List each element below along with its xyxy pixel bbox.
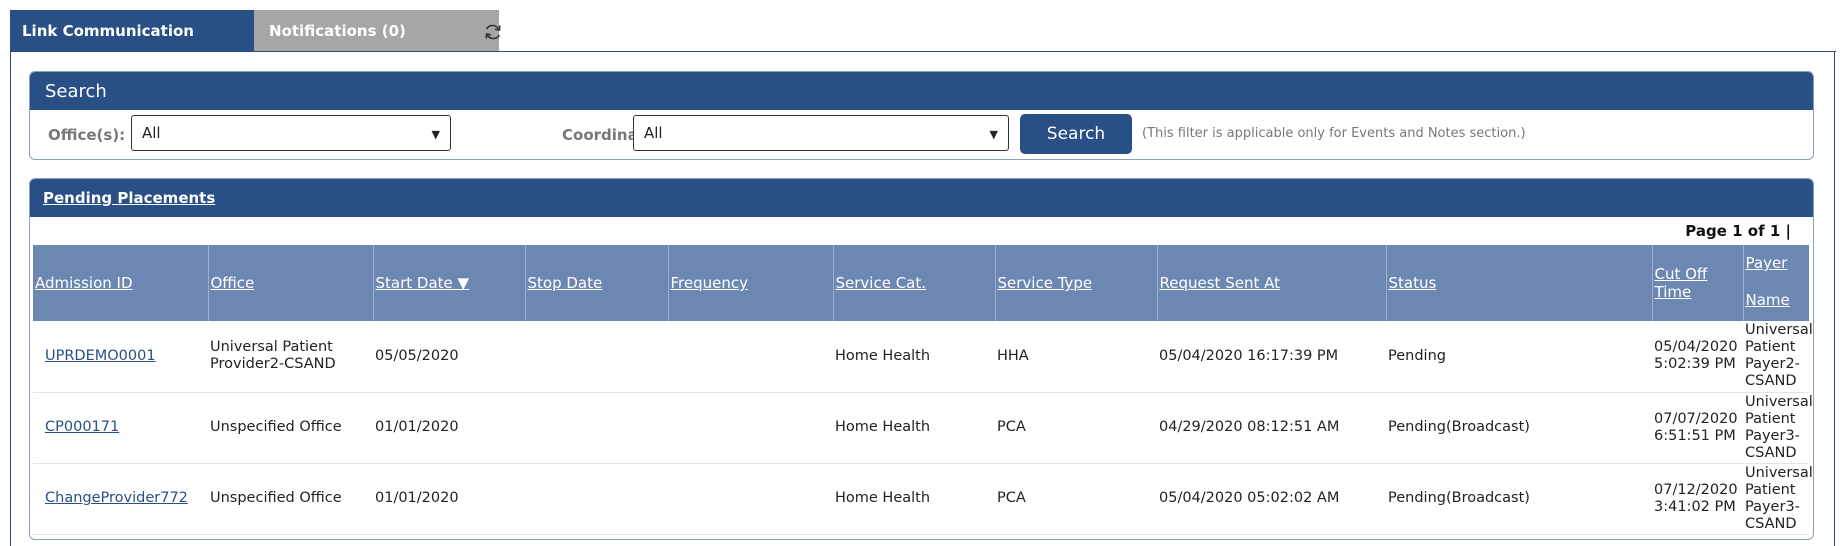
- admission-id-link[interactable]: ChangeProvider772: [45, 490, 188, 506]
- cell-office: Unspecified Office: [210, 419, 342, 435]
- office-select[interactable]: All ▼: [131, 115, 451, 151]
- table-row: ChangeProvider772 Unspecified Office 01/…: [33, 463, 1813, 534]
- col-service-type[interactable]: Service Type: [995, 245, 1158, 321]
- chevron-down-icon: ▼: [989, 128, 998, 141]
- cell-cut-off-time: 05/04/2020 5:02:39 PM: [1654, 339, 1738, 373]
- pager: Page 1 of 1 |: [1685, 222, 1791, 240]
- cell-start-date: 05/05/2020: [375, 347, 459, 364]
- pending-placements-link[interactable]: Pending Placements: [43, 189, 215, 207]
- cell-request-sent-at: 05/04/2020 16:17:39 PM: [1159, 347, 1339, 364]
- tab-link-communication[interactable]: Link Communication: [10, 10, 254, 52]
- coordinator-label: Coordina: [562, 126, 638, 144]
- cell-payer-name: Universal Patient Payer3- CSAND: [1745, 393, 1813, 461]
- cell-office: Universal Patient Provider2-CSAND: [210, 339, 336, 373]
- filter-note: (This filter is applicable only for Even…: [1142, 126, 1526, 141]
- cell-service-type: HHA: [997, 347, 1029, 364]
- cell-service-type: PCA: [997, 419, 1026, 435]
- cell-request-sent-at: 05/04/2020 05:02:02 AM: [1159, 490, 1340, 506]
- cell-stop-date: [525, 321, 668, 392]
- placements-table: Admission ID Office Start Date ▼ Stop Da…: [33, 245, 1813, 535]
- office-select-value: All: [142, 124, 161, 142]
- search-panel-title: Search: [30, 72, 1813, 110]
- col-status[interactable]: Status: [1386, 245, 1653, 321]
- office-label: Office(s):: [48, 126, 126, 144]
- refresh-icon[interactable]: [482, 21, 504, 43]
- search-panel: Search Office(s): All ▼ Coordina All ▼ S…: [29, 71, 1814, 160]
- col-payer-name[interactable]: Payer Name: [1743, 245, 1809, 321]
- table-row: UPRDEMO0001 Universal Patient Provider2-C…: [33, 321, 1813, 392]
- col-stop-date[interactable]: Stop Date: [525, 245, 669, 321]
- cell-status: Pending: [1388, 347, 1446, 364]
- col-admission-id[interactable]: Admission ID: [33, 245, 209, 321]
- cell-service-cat: Home Health: [835, 347, 931, 364]
- pending-placements-header: Pending Placements: [30, 179, 1813, 217]
- col-request-sent-at[interactable]: Request Sent At: [1157, 245, 1387, 321]
- admission-id-link[interactable]: CP000171: [45, 419, 119, 435]
- cell-status: Pending(Broadcast): [1388, 419, 1530, 435]
- tab-notifications[interactable]: Notifications (0): [254, 10, 499, 52]
- cell-service-cat: Home Health: [835, 419, 931, 435]
- cell-payer-name: Universal Patient Payer3- CSAND: [1745, 464, 1813, 532]
- cell-status: Pending(Broadcast): [1388, 490, 1530, 506]
- coordinator-select[interactable]: All ▼: [633, 115, 1009, 151]
- cell-service-type: PCA: [997, 490, 1026, 506]
- cell-payer-name: Universal Patient Payer2- CSAND: [1745, 322, 1813, 390]
- cell-start-date: 01/01/2020: [375, 419, 459, 435]
- cell-frequency: [668, 321, 833, 392]
- cell-stop-date: [525, 392, 668, 463]
- search-button[interactable]: Search: [1020, 114, 1132, 154]
- cell-cut-off-time: 07/12/2020 3:41:02 PM: [1654, 481, 1738, 515]
- pending-placements-panel: Pending Placements Page 1 of 1 | Admissi…: [29, 178, 1814, 540]
- cell-office: Unspecified Office: [210, 490, 342, 506]
- cell-start-date: 01/01/2020: [375, 490, 459, 506]
- cell-stop-date: [525, 463, 668, 534]
- cell-request-sent-at: 04/29/2020 08:12:51 AM: [1159, 419, 1340, 435]
- tab-bar: Link Communication Notifications (0): [10, 10, 499, 52]
- chevron-down-icon: ▼: [431, 128, 440, 141]
- cell-frequency: [668, 463, 833, 534]
- cell-service-cat: Home Health: [835, 490, 931, 506]
- table-row: CP000171 Unspecified Office 01/01/2020 H…: [33, 392, 1813, 463]
- col-frequency[interactable]: Frequency: [668, 245, 834, 321]
- admission-id-link[interactable]: UPRDEMO0001: [45, 348, 156, 364]
- coordinator-select-value: All: [644, 124, 663, 142]
- col-cut-off-time[interactable]: Cut Off Time: [1652, 245, 1744, 321]
- col-office[interactable]: Office: [208, 245, 374, 321]
- col-service-cat[interactable]: Service Cat.: [833, 245, 996, 321]
- table-header-row: Admission ID Office Start Date ▼ Stop Da…: [33, 245, 1809, 321]
- cell-cut-off-time: 07/07/2020 6:51:51 PM: [1654, 410, 1738, 444]
- col-start-date[interactable]: Start Date ▼: [373, 245, 526, 321]
- cell-frequency: [668, 392, 833, 463]
